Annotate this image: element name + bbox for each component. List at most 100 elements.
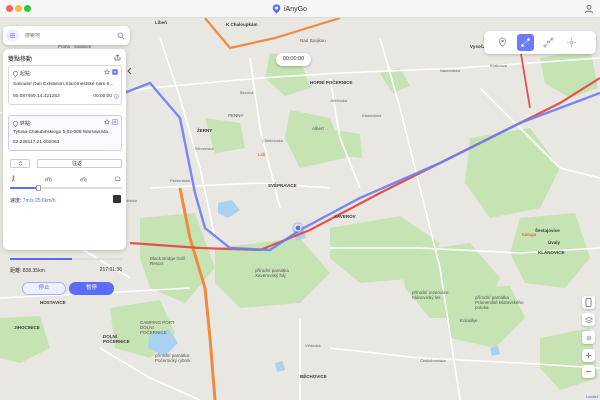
two-spot-mode-button[interactable] [517, 34, 534, 51]
search-input[interactable] [25, 32, 117, 39]
bike-icon[interactable] [45, 175, 52, 182]
map-label: JIHOCINICE [14, 325, 40, 330]
map-label: HORNÍ POČERNICE [310, 80, 353, 85]
movement-timer: 00:00:00 [276, 53, 311, 66]
map-attribution[interactable]: Leaflet [586, 394, 598, 399]
map-label: BĚCHOVICE [300, 374, 327, 379]
map-label: Kaluga [522, 232, 537, 237]
speed-label: 速度: [10, 198, 22, 204]
menu-button[interactable] [6, 29, 19, 42]
minus-icon [585, 371, 592, 372]
speed-toggle[interactable] [113, 195, 121, 203]
car-icon[interactable] [114, 175, 121, 182]
multi-spot-mode-button[interactable] [540, 34, 557, 51]
speed-slider[interactable] [10, 185, 122, 191]
map-label: přírodní rezervace Klánovický les [412, 290, 449, 300]
motorbike-icon[interactable] [80, 175, 87, 182]
route-mode-select[interactable]: 往返 [37, 159, 122, 168]
menu-icon [10, 33, 15, 38]
distance-row: 距離: 838.35km 217:01:36 [10, 267, 122, 274]
map-label: K Chaloupkám [226, 22, 258, 27]
map-label: Náchodská [440, 68, 461, 73]
search-icon[interactable] [117, 32, 125, 40]
search-bar [3, 26, 130, 45]
zoom-in-button[interactable] [582, 349, 595, 362]
title-bar: iAnyGo [0, 0, 600, 18]
star-icon[interactable] [104, 69, 110, 75]
repeat-count-stepper[interactable] [10, 159, 30, 168]
map-label: Vědecká [305, 343, 321, 348]
close-window-button[interactable] [6, 5, 13, 12]
route-progress-fill [10, 258, 72, 260]
map-label: Počernická [170, 178, 190, 183]
pin-icon [13, 120, 18, 127]
app-title-text: iAnyGo [284, 5, 307, 13]
speed-slider-knob[interactable] [36, 185, 41, 191]
start-location-card[interactable]: 起點: Salvador Dalí Exhibition,Staroměstsk… [8, 65, 122, 105]
minimize-window-button[interactable] [15, 5, 22, 12]
start-time: 00:00:00 [93, 94, 112, 99]
multi-spot-icon [543, 37, 554, 48]
collapse-panel-icon[interactable] [127, 67, 132, 75]
duration-value: 217:01:36 [99, 267, 122, 273]
start-label: 起點: [20, 71, 32, 77]
speed-slider-fill [10, 187, 38, 189]
two-spot-icon [521, 38, 530, 47]
map-label: Nad Spojkou [300, 38, 326, 43]
user-icon[interactable] [584, 4, 594, 14]
map-label: přírodní památka Prameniště Blatovského … [475, 295, 524, 310]
map-label: přírodní památka Xaverovský háj [255, 268, 290, 278]
map-label: Libeň [155, 20, 167, 25]
end-location-card[interactable]: 終點: Tytusa Chałubińskiego 5,02-008 Warsa… [8, 115, 122, 151]
joystick-mode-button[interactable] [563, 34, 580, 51]
map-label: Albert [312, 126, 324, 131]
plus-icon [585, 352, 592, 359]
map-label: Šestajovice [535, 228, 560, 233]
info-icon[interactable] [114, 94, 119, 99]
start-header: 起點: [13, 70, 31, 77]
route-panel: 雙點移動 起點: Salvador Dalí Exhibition,Starom… [3, 49, 126, 295]
map-label: Klánovická [362, 113, 382, 118]
movement-mode-row [10, 175, 122, 183]
speed-value: 7m/s 25.6km/h [22, 198, 56, 204]
map-label: Lidl [258, 152, 266, 157]
map-label: PENNY [228, 113, 244, 118]
end-coordinates: 52.228117,21.002063 [13, 140, 60, 145]
teleport-mode-button[interactable] [494, 34, 511, 51]
distance-value: 838.35km [22, 268, 45, 274]
joystick-icon [566, 37, 577, 48]
map-label: Kratinova [490, 63, 507, 68]
map-label: Black Bridge Golf Resort [150, 256, 185, 266]
add-stop-icon[interactable] [112, 119, 118, 125]
mode-toolbar [484, 31, 596, 54]
map-label: XAVEROV [334, 214, 356, 219]
maximize-window-button[interactable] [24, 5, 31, 12]
map-label: CAMPING PORT DOLNI POČERNICE [140, 320, 175, 335]
map-label: Českobrodská [420, 358, 446, 363]
map-label: ŽERNY [197, 128, 213, 133]
locate-icon [586, 335, 591, 340]
stop-button[interactable]: 停止 [22, 282, 66, 295]
pause-button[interactable]: 暫停 [69, 282, 114, 295]
add-stop-icon[interactable] [112, 69, 118, 75]
stepper-arrows-icon [18, 161, 23, 166]
zoom-out-button[interactable] [582, 365, 595, 378]
start-coordinates: 50.087469,14.421253 [13, 94, 60, 99]
round-trip-controls: 往返 [10, 159, 122, 169]
route-progress-bar [10, 258, 122, 260]
locate-button[interactable] [582, 331, 595, 344]
map-layers-button[interactable] [582, 313, 595, 326]
export-icon[interactable] [114, 54, 121, 61]
app-logo-icon [272, 4, 281, 14]
map-label: Slevenská [195, 146, 214, 151]
map-label: SVĚPRAVICE [268, 183, 297, 188]
map-label: Chlébovská [262, 138, 283, 143]
device-button[interactable] [582, 296, 595, 309]
panel-title: 雙點移動 [8, 57, 33, 63]
map-label: Bezová [240, 90, 254, 95]
map-label: Koloděje [460, 318, 478, 323]
phone-icon [585, 298, 592, 307]
app-title: iAnyGo [272, 3, 307, 15]
walk-icon[interactable] [10, 175, 17, 182]
star-icon[interactable] [104, 119, 110, 125]
